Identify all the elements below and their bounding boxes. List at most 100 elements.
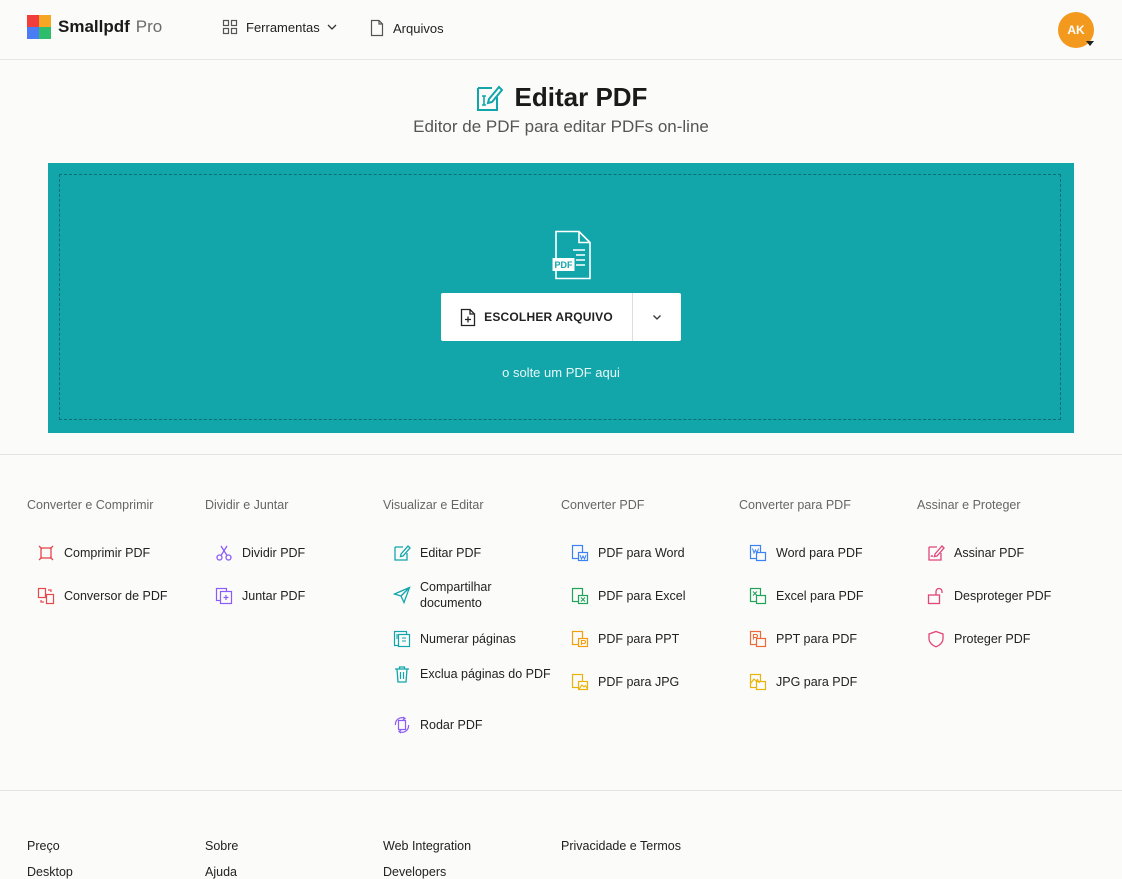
tools-column-convert-compress: Converter e Comprimir Comprimir PDF Conv… bbox=[27, 498, 197, 605]
nav-files-label: Arquivos bbox=[393, 20, 444, 36]
tool-label: Rodar PDF bbox=[420, 718, 483, 732]
user-avatar[interactable]: AK bbox=[1058, 12, 1094, 48]
divider bbox=[0, 790, 1122, 791]
tool-sign-pdf[interactable]: Assinar PDF bbox=[927, 544, 1087, 562]
tool-label: Compartilhar documento bbox=[420, 580, 492, 610]
tool-jpg-to-pdf[interactable]: JPG para PDF bbox=[749, 673, 909, 691]
tool-pdf-to-excel[interactable]: PDF para Excel bbox=[571, 587, 731, 605]
logo-text: Smallpdf bbox=[58, 17, 130, 36]
dropzone-dashed-area[interactable]: PDF ESCOLHER ARQUIVO o solte um PDF aqui bbox=[59, 174, 1061, 420]
tool-pdf-to-word[interactable]: PDF para Word bbox=[571, 544, 731, 562]
caret-down-icon bbox=[1086, 41, 1094, 46]
trash-icon bbox=[395, 666, 409, 683]
tool-label: Exclua páginas do PDF bbox=[420, 667, 551, 681]
svg-text:PDF: PDF bbox=[555, 260, 574, 270]
merge-icon bbox=[215, 587, 233, 605]
footer-link-pricing[interactable]: Preço bbox=[27, 839, 60, 853]
pdf-to-word-icon bbox=[571, 544, 589, 562]
pdf-to-ppt-icon bbox=[571, 630, 589, 648]
tool-excel-to-pdf[interactable]: Excel para PDF bbox=[749, 587, 909, 605]
choose-file-label: ESCOLHER ARQUIVO bbox=[484, 310, 613, 324]
pdf-to-jpg-icon bbox=[571, 673, 589, 691]
tool-unlock-pdf[interactable]: Desproteger PDF bbox=[927, 587, 1087, 605]
tool-edit-pdf[interactable]: Editar PDF bbox=[393, 544, 553, 562]
footer-link-developers[interactable]: Developers bbox=[383, 865, 446, 879]
number-pages-icon bbox=[393, 630, 411, 648]
drop-hint-text: o solte um PDF aqui bbox=[502, 365, 620, 380]
tool-pdf-to-ppt[interactable]: PDF para PPT bbox=[571, 630, 731, 648]
share-icon bbox=[393, 586, 411, 604]
tool-label: Word para PDF bbox=[776, 546, 863, 560]
tool-label: Assinar PDF bbox=[954, 546, 1025, 560]
tool-label: Dividir PDF bbox=[242, 546, 306, 560]
tool-label: JPG para PDF bbox=[776, 675, 858, 689]
sign-icon bbox=[928, 545, 945, 561]
file-icon bbox=[370, 19, 384, 37]
tool-label: PDF para Excel bbox=[598, 589, 686, 603]
tool-label: Proteger PDF bbox=[954, 632, 1031, 646]
footer-link-desktop[interactable]: Desktop bbox=[27, 865, 73, 879]
footer-link-about[interactable]: Sobre bbox=[205, 839, 238, 853]
tool-delete-pages[interactable]: Exclua páginas do PDF bbox=[393, 665, 553, 683]
choose-file-button[interactable]: ESCOLHER ARQUIVO bbox=[441, 293, 633, 341]
shield-icon bbox=[928, 630, 944, 648]
smallpdf-logo[interactable]: Smallpdf Pro bbox=[27, 15, 162, 39]
tool-word-to-pdf[interactable]: Word para PDF bbox=[749, 544, 909, 562]
column-heading: Assinar e Proteger bbox=[917, 498, 1021, 512]
tool-pdf-to-jpg[interactable]: PDF para JPG bbox=[571, 673, 731, 691]
tools-column-view-edit: Visualizar e Editar Editar PDF Compartil… bbox=[383, 498, 553, 734]
choose-file-group: ESCOLHER ARQUIVO bbox=[441, 293, 681, 341]
chevron-down-icon bbox=[327, 24, 337, 30]
compress-icon bbox=[38, 545, 54, 561]
grid-icon bbox=[222, 19, 238, 35]
edit-pdf-icon bbox=[476, 85, 503, 111]
pdf-to-excel-icon bbox=[571, 587, 589, 605]
nav-files-link[interactable]: Arquivos bbox=[369, 19, 444, 37]
choose-source-dropdown[interactable] bbox=[633, 293, 681, 341]
tool-merge-pdf[interactable]: Juntar PDF bbox=[215, 587, 375, 605]
tool-protect-pdf[interactable]: Proteger PDF bbox=[927, 630, 1087, 648]
jpg-to-pdf-icon bbox=[749, 673, 767, 691]
edit-icon bbox=[394, 545, 411, 561]
tool-label: Editar PDF bbox=[420, 546, 482, 560]
column-heading: Converter PDF bbox=[561, 498, 645, 512]
tools-column-convert-to-pdf: Converter para PDF Word para PDF Excel p… bbox=[739, 498, 909, 691]
tool-label: Juntar PDF bbox=[242, 589, 306, 603]
tool-label: PDF para JPG bbox=[598, 675, 680, 689]
tool-pdf-converter[interactable]: Conversor de PDF bbox=[37, 587, 197, 605]
column-heading: Converter para PDF bbox=[739, 498, 851, 512]
tools-column-convert-from-pdf: Converter PDF PDF para Word PDF para Exc… bbox=[561, 498, 731, 691]
nav-tools-menu[interactable]: Ferramentas bbox=[222, 19, 338, 35]
tool-label: PDF para Word bbox=[598, 546, 685, 560]
column-heading: Converter e Comprimir bbox=[27, 498, 154, 512]
tool-ppt-to-pdf[interactable]: PPT para PDF bbox=[749, 630, 909, 648]
avatar-initials: AK bbox=[1067, 23, 1085, 37]
footer-link-help[interactable]: Ajuda bbox=[205, 865, 237, 879]
pdf-file-icon: PDF bbox=[552, 230, 591, 280]
page-heading: Editar PDF bbox=[0, 82, 1122, 113]
excel-to-pdf-icon bbox=[749, 587, 767, 605]
add-file-icon bbox=[460, 308, 476, 326]
tool-rotate-pdf[interactable]: Rodar PDF bbox=[393, 716, 553, 734]
logo-pro-label: Pro bbox=[135, 17, 163, 36]
tool-label: PPT para PDF bbox=[776, 632, 858, 646]
footer-link-web-integration[interactable]: Web Integration bbox=[383, 839, 471, 853]
tools-column-sign-protect: Assinar e Proteger Assinar PDF Desproteg… bbox=[917, 498, 1087, 648]
tools-column-split-merge: Dividir e Juntar Dividir PDF Juntar PDF bbox=[205, 498, 375, 605]
tool-label: Desproteger PDF bbox=[954, 589, 1052, 603]
tool-number-pages[interactable]: Numerar páginas bbox=[393, 630, 553, 648]
tool-compress-pdf[interactable]: Comprimir PDF bbox=[37, 544, 197, 562]
tool-share-document[interactable]: Compartilhar documento bbox=[393, 579, 553, 611]
upload-dropzone[interactable]: PDF ESCOLHER ARQUIVO o solte um PDF aqui bbox=[48, 163, 1074, 433]
ppt-to-pdf-icon bbox=[749, 630, 767, 648]
tool-label: Numerar páginas bbox=[420, 632, 516, 646]
footer-link-privacy-terms[interactable]: Privacidade e Termos bbox=[561, 839, 681, 853]
word-to-pdf-icon bbox=[749, 544, 767, 562]
page-title: Editar PDF bbox=[514, 82, 648, 112]
chevron-down-icon bbox=[653, 315, 661, 320]
rotate-icon bbox=[394, 716, 410, 734]
nav-tools-label: Ferramentas bbox=[246, 19, 320, 35]
tool-split-pdf[interactable]: Dividir PDF bbox=[215, 544, 375, 562]
column-heading: Dividir e Juntar bbox=[205, 498, 289, 512]
tool-label: PDF para PPT bbox=[598, 632, 680, 646]
